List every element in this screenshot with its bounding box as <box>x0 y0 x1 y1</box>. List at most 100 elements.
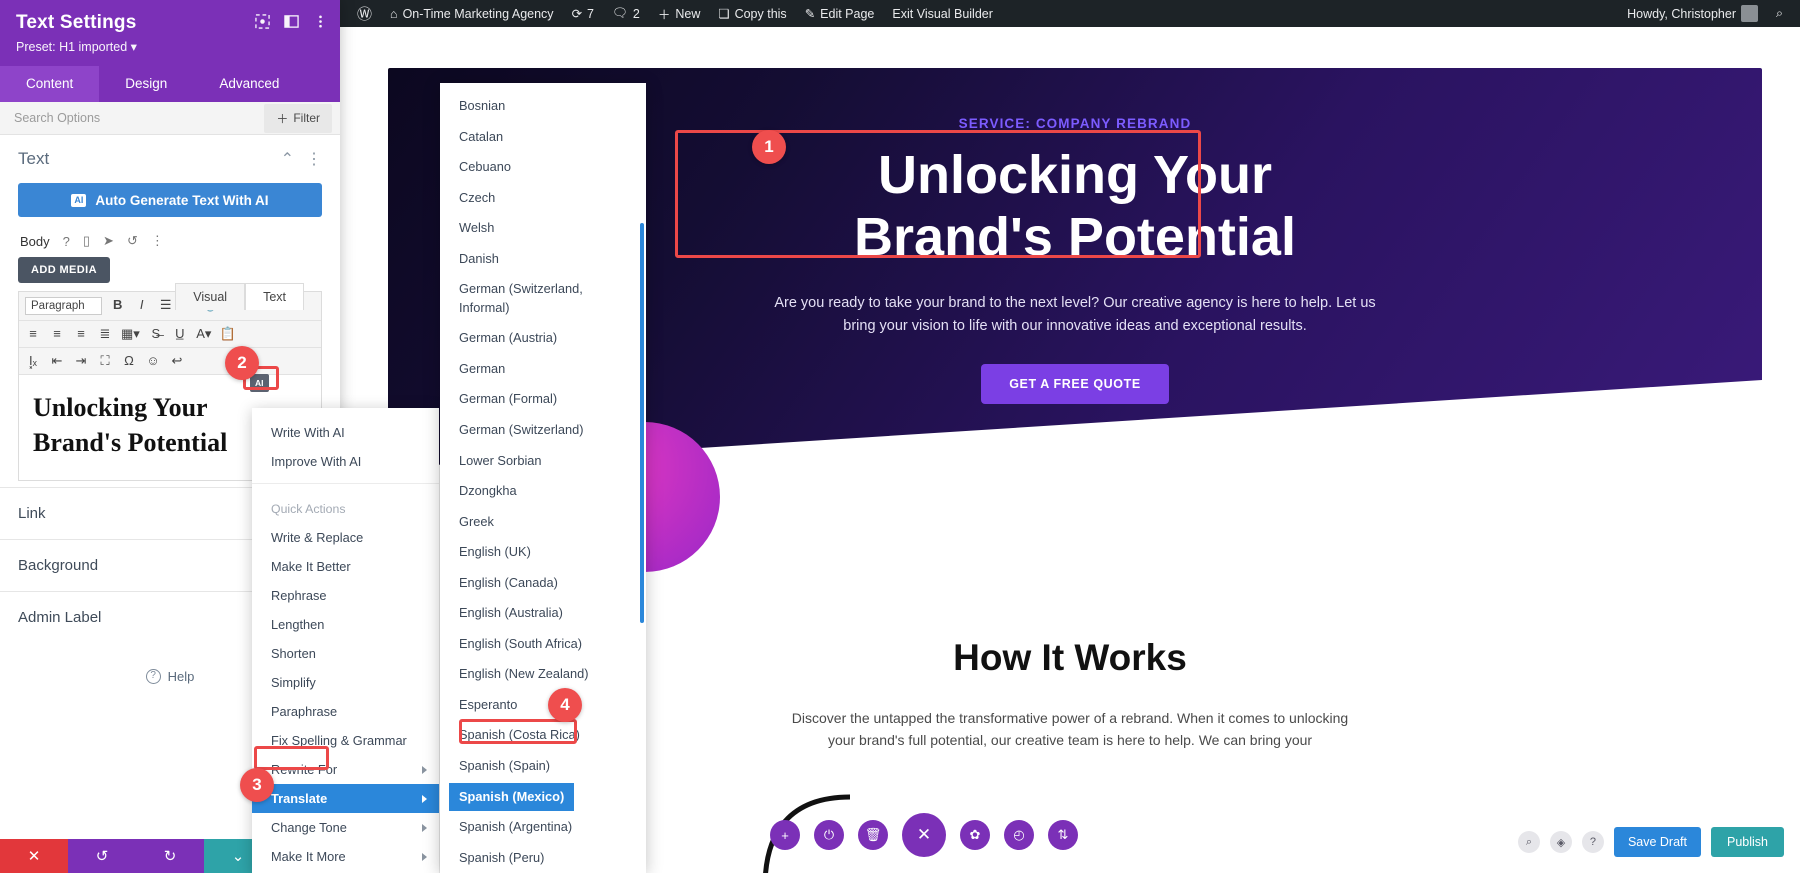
redo-icon[interactable]: ↻ <box>136 839 204 873</box>
copy-this-menu[interactable]: ❏ Copy this <box>709 0 795 27</box>
list-item[interactable]: Bosnian <box>440 91 646 122</box>
help-icon[interactable]: ? <box>1581 831 1604 853</box>
special-character-icon[interactable]: Ω <box>121 353 137 369</box>
trash-icon[interactable]: 🗑 <box>858 820 888 850</box>
italic-icon[interactable]: I <box>134 297 150 315</box>
undo-icon[interactable]: ↩ <box>169 353 185 369</box>
more-vertical-icon[interactable] <box>313 14 328 29</box>
publish-button[interactable]: Publish <box>1711 827 1784 857</box>
undo-icon[interactable]: ↺ <box>68 839 136 873</box>
list-item[interactable]: German <box>440 354 646 385</box>
menu-item-rephrase[interactable]: Rephrase <box>252 581 439 610</box>
site-name-menu[interactable]: ⌂ On-Time Marketing Agency <box>381 0 563 27</box>
menu-item-make-it-better[interactable]: Make It Better <box>252 552 439 581</box>
tab-advanced[interactable]: Advanced <box>193 66 305 102</box>
history-icon[interactable]: ◴ <box>1004 820 1034 850</box>
focus-icon[interactable] <box>255 14 270 29</box>
auto-generate-text-with-ai-button[interactable]: AI Auto Generate Text With AI <box>18 183 322 217</box>
list-item[interactable]: Spanish (Spain) <box>440 751 646 782</box>
list-item[interactable]: Dzongkha <box>440 476 646 507</box>
layout-icon[interactable] <box>284 14 299 29</box>
list-item[interactable]: English (New Zealand) <box>440 659 646 690</box>
menu-item-translate[interactable]: Translate <box>252 784 439 813</box>
underline-icon[interactable]: U̲ <box>172 326 188 342</box>
list-item[interactable]: Esperanto <box>440 690 646 721</box>
hover-icon[interactable]: ➤ <box>103 233 114 249</box>
list-item[interactable]: English (Australia) <box>440 598 646 629</box>
menu-item-shorten[interactable]: Shorten <box>252 639 439 668</box>
list-item[interactable]: English (UK) <box>440 537 646 568</box>
comments-menu[interactable]: 🗨 2 <box>603 0 649 27</box>
search-icon[interactable]: ⌕ <box>1767 0 1792 27</box>
table-icon[interactable]: ▦▾ <box>121 326 140 342</box>
tab-text[interactable]: Text <box>245 283 304 310</box>
close-icon[interactable]: ✕ <box>0 839 68 873</box>
more-vertical-icon[interactable]: ⋮ <box>306 149 322 169</box>
list-item[interactable]: Cebuano <box>440 152 646 183</box>
list-item[interactable]: Spanish (Argentina) <box>440 812 646 843</box>
list-item[interactable]: English (Canada) <box>440 568 646 599</box>
strikethrough-icon[interactable]: S̶ <box>148 326 164 342</box>
list-item[interactable]: Spanish (Peru) <box>440 843 646 873</box>
list-item[interactable]: German (Formal) <box>440 384 646 415</box>
menu-item-write-and-replace[interactable]: Write & Replace <box>252 523 439 552</box>
fullscreen-icon[interactable]: ⛶ <box>97 353 113 369</box>
menu-item-simplify[interactable]: Simplify <box>252 668 439 697</box>
menu-item-make-it-more[interactable]: Make It More <box>252 842 439 871</box>
outdent-icon[interactable]: ⇤ <box>49 353 65 369</box>
exit-visual-builder-menu[interactable]: Exit Visual Builder <box>883 0 1002 27</box>
close-icon[interactable]: ✕ <box>902 813 946 857</box>
new-menu[interactable]: ＋ New <box>649 0 710 27</box>
preset-selector[interactable]: Preset: H1 imported ▾ <box>16 39 324 54</box>
align-justify-icon[interactable]: ≣ <box>97 326 113 342</box>
clear-formatting-icon[interactable]: I͓ₓ <box>25 353 41 369</box>
sort-icon[interactable]: ⇅ <box>1048 820 1078 850</box>
list-item[interactable]: German (Switzerland) <box>440 415 646 446</box>
chevron-up-icon[interactable]: ⌃ <box>281 149 294 169</box>
paste-icon[interactable]: 📋 <box>220 326 236 342</box>
scrollbar[interactable] <box>640 223 644 623</box>
add-media-button[interactable]: ADD MEDIA <box>18 257 110 283</box>
filter-button[interactable]: ＋ Filter <box>264 103 332 133</box>
help-icon[interactable]: ? <box>63 234 70 249</box>
list-item[interactable]: Danish <box>440 244 646 275</box>
reset-icon[interactable]: ↺ <box>127 233 138 249</box>
search-input[interactable]: Search Options <box>0 111 264 125</box>
tab-visual[interactable]: Visual <box>175 283 246 310</box>
list-item[interactable]: German (Austria) <box>440 323 646 354</box>
howdy-menu[interactable]: Howdy, Christopher <box>1618 0 1767 27</box>
menu-item-lengthen[interactable]: Lengthen <box>252 610 439 639</box>
emoji-icon[interactable]: ☺ <box>145 353 161 369</box>
indent-icon[interactable]: ⇥ <box>73 353 89 369</box>
list-item[interactable]: German (Switzerland, Informal) <box>440 274 646 323</box>
zoom-icon[interactable]: ⌕ <box>1517 831 1540 853</box>
add-icon[interactable]: + <box>770 820 800 850</box>
list-item[interactable]: Greek <box>440 507 646 538</box>
edit-page-menu[interactable]: ✎ Edit Page <box>796 0 884 27</box>
bold-icon[interactable]: B <box>110 297 126 315</box>
responsive-icon[interactable]: ▯ <box>83 233 90 249</box>
gear-icon[interactable]: ✿ <box>960 820 990 850</box>
wordpress-logo-icon[interactable]: Ⓦ <box>348 0 381 27</box>
save-draft-button[interactable]: Save Draft <box>1613 827 1701 857</box>
list-item[interactable]: Welsh <box>440 213 646 244</box>
menu-item-write-with-ai[interactable]: Write With AI <box>252 418 439 447</box>
list-item[interactable]: Lower Sorbian <box>440 446 646 477</box>
align-left-icon[interactable]: ≡ <box>25 326 41 342</box>
menu-item-change-tone[interactable]: Change Tone <box>252 813 439 842</box>
updates-menu[interactable]: ⟳ 7 <box>563 0 603 27</box>
more-icon[interactable]: ⋮ <box>151 233 164 249</box>
menu-item-improve-with-ai[interactable]: Improve With AI <box>252 447 439 476</box>
list-item[interactable]: English (South Africa) <box>440 629 646 660</box>
tab-design[interactable]: Design <box>99 66 193 102</box>
get-a-free-quote-button[interactable]: GET A FREE QUOTE <box>981 364 1169 405</box>
tab-content[interactable]: Content <box>0 66 100 102</box>
power-icon[interactable]: ⏻ <box>814 820 844 850</box>
bullet-list-icon[interactable]: ☰ <box>158 297 174 315</box>
text-color-icon[interactable]: A▾ <box>196 326 212 342</box>
list-item-spanish-mexico[interactable]: Spanish (Mexico) <box>449 782 575 812</box>
layers-icon[interactable]: ◈ <box>1549 831 1572 853</box>
list-item[interactable]: Czech <box>440 183 646 214</box>
align-right-icon[interactable]: ≡ <box>73 326 89 342</box>
menu-item-paraphrase[interactable]: Paraphrase <box>252 697 439 726</box>
